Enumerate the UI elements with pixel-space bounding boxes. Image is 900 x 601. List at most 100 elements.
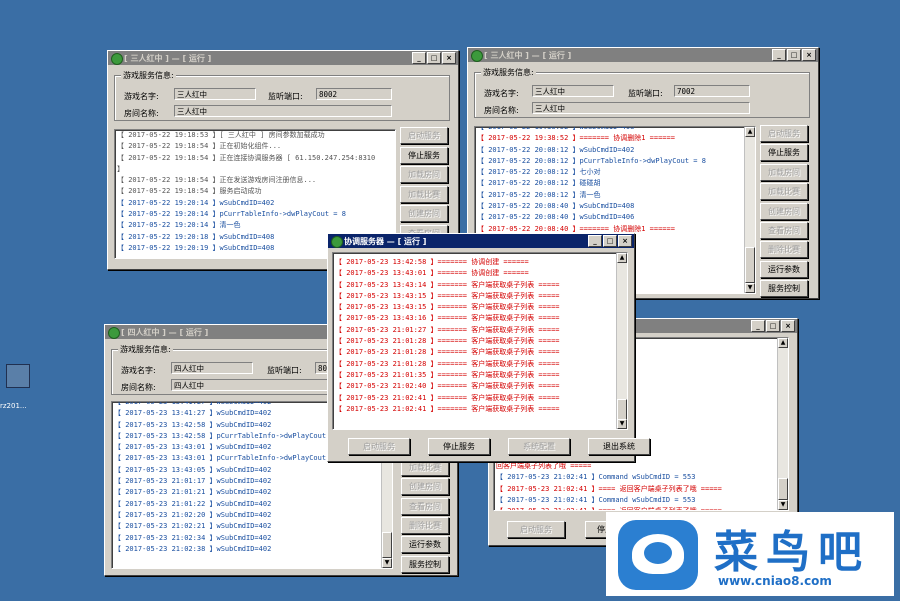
w2-button-7[interactable]: 运行参数 <box>760 260 808 278</box>
log-line: 【 2017-05-23 21:01:35 】======= 客户端获取桌子列表… <box>335 370 560 379</box>
scroll-down-icon[interactable]: ▼ <box>778 500 788 510</box>
app-icon <box>331 236 343 248</box>
window-title: [ 三人红中 ] — [ 运行 ] <box>484 50 572 60</box>
w5-button-2[interactable]: 系统配置 <box>508 438 570 455</box>
w2-button-1[interactable]: 停止服务 <box>760 144 808 162</box>
w3-button-5[interactable]: 服务控制 <box>401 555 449 573</box>
w2-button-6[interactable]: 删除比赛 <box>760 241 808 259</box>
scroll-down-icon[interactable]: ▼ <box>382 558 392 568</box>
title-bar[interactable]: [ 三人红中 ] — [ 运行 ] _ □ × <box>468 48 818 62</box>
game-name-field[interactable]: 三人红中 <box>174 88 256 100</box>
scroll-thumb[interactable] <box>382 532 392 558</box>
log-line: 【 2017-05-23 21:02:21 】wSubCmdID=402 <box>114 522 272 531</box>
maximize-button[interactable]: □ <box>787 49 801 61</box>
w1-button-0[interactable]: 启动服务 <box>400 127 448 144</box>
group-label: 游戏服务信息: <box>118 344 173 355</box>
log-line: 【 2017-05-22 20:08:12 】清一色 <box>477 190 601 199</box>
port-label: 监听端口: <box>268 92 303 101</box>
maximize-button[interactable]: □ <box>427 52 441 64</box>
log-line: 【 2017-05-23 13:43:14 】======= 客户端获取桌子列表… <box>335 280 560 289</box>
scroll-thumb[interactable] <box>745 247 755 283</box>
close-button[interactable]: × <box>802 49 816 61</box>
w4-button-0[interactable]: 启动服务 <box>507 521 565 538</box>
w1-button-2[interactable]: 加载房间 <box>400 166 448 183</box>
log-line: 【 2017-05-23 21:02:38 】wSubCmdID=402 <box>114 544 272 553</box>
room-name-field[interactable]: 三人红中 <box>174 105 392 117</box>
group-label: 游戏服务信息: <box>121 70 176 81</box>
log-line: 【 2017-05-23 13:43:15 】======= 客户端获取桌子列表… <box>335 291 560 300</box>
minimize-button[interactable]: _ <box>588 235 602 247</box>
w2-button-4[interactable]: 创建房间 <box>760 202 808 220</box>
scroll-up-icon[interactable]: ▲ <box>745 127 755 137</box>
scroll-down-icon[interactable]: ▼ <box>745 283 755 293</box>
w3-button-1[interactable]: 创建房间 <box>401 478 449 496</box>
log-line: 【 2017-05-23 21:01:28 】======= 客户端获取桌子列表… <box>335 337 560 346</box>
log-line: 【 2017-05-23 21:01:27 】======= 客户端获取桌子列表… <box>335 325 560 334</box>
w3-button-2[interactable]: 查看房间 <box>401 497 449 515</box>
w1-button-3[interactable]: 加载比赛 <box>400 185 448 203</box>
game-name-field[interactable]: 三人红中 <box>532 85 614 97</box>
port-label: 监听端口: <box>628 89 663 98</box>
desktop-shortcut-label: rz201... <box>0 402 27 410</box>
log-scrollbar[interactable]: ▲ ▼ <box>616 253 627 429</box>
room-name-label: 房间名称: <box>484 106 519 115</box>
maximize-button[interactable]: □ <box>603 235 617 247</box>
log-line: 【 2017-05-22 19:18:54 】正在连接协调服务器 [ 61.15… <box>117 153 376 162</box>
coordinator-window: 协调服务器 — [ 运行 ] _ □ × 【 2017-05-23 13:42:… <box>327 233 650 462</box>
scroll-thumb[interactable] <box>778 478 788 500</box>
minimize-button[interactable]: _ <box>772 49 786 61</box>
close-button[interactable]: × <box>618 235 632 247</box>
log-scrollbar[interactable]: ▲ ▼ <box>744 127 755 293</box>
w2-button-3[interactable]: 加载比赛 <box>760 183 808 201</box>
log-line: 【 2017-05-22 19:18:53 】[ 三人红中 ] 房间参数加载成功 <box>117 131 325 139</box>
port-field[interactable]: 7002 <box>674 85 750 97</box>
log-line: 【 2017-05-22 20:08:40 】wSubCmdID=408 <box>477 202 635 211</box>
log-line: 【 2017-05-22 19:18:54 】正在发送游戏房间注册信息... <box>117 176 317 185</box>
minimize-button[interactable]: _ <box>412 52 426 64</box>
log-line: 【 2017-05-23 21:02:20 】wSubCmdID=402 <box>114 510 272 519</box>
log-line: 【 2017-05-22 20:08:40 】wSubCmdID=406 <box>477 213 635 222</box>
desktop-shortcut[interactable]: rz201... <box>0 362 34 414</box>
log-panel[interactable]: 【 2017-05-23 13:42:58 】======= 协调创建 ====… <box>332 252 628 430</box>
log-line: 【 2017-05-22 19:18:54 】服务启动成功 <box>117 187 262 196</box>
room-name-label: 房间名称: <box>124 109 159 118</box>
w2-button-0[interactable]: 启动服务 <box>760 125 808 142</box>
w2-button-8[interactable]: 服务控制 <box>760 280 808 298</box>
watermark-url: www.cniao8.com <box>718 574 832 588</box>
scroll-up-icon[interactable]: ▲ <box>617 253 627 263</box>
log-line: 【 2017-05-23 21:01:28 】======= 客户端获取桌子列表… <box>335 348 560 357</box>
scroll-thumb[interactable] <box>617 399 627 421</box>
port-field[interactable]: 8002 <box>316 88 392 100</box>
log-scrollbar[interactable]: ▲ ▼ <box>777 338 788 510</box>
title-bar[interactable]: 协调服务器 — [ 运行 ] _ □ × <box>328 234 634 248</box>
log-line: 【 2017-05-23 21:02:41 】==== 返回客户端桌子列表了哦 … <box>496 506 776 510</box>
w5-button-3[interactable]: 退出系统 <box>588 438 650 455</box>
room-name-field[interactable]: 三人红中 <box>532 102 750 114</box>
minimize-button[interactable]: _ <box>751 320 765 332</box>
w1-button-1[interactable]: 停止服务 <box>400 146 448 164</box>
app-icon <box>471 50 483 62</box>
log-line: 【 2017-05-23 21:01:21 】wSubCmdID=402 <box>114 488 272 497</box>
scroll-down-icon[interactable]: ▼ <box>617 419 627 429</box>
w3-button-4[interactable]: 运行参数 <box>401 536 449 554</box>
close-button[interactable]: × <box>442 52 456 64</box>
w5-button-1[interactable]: 停止服务 <box>428 438 490 455</box>
w1-button-4[interactable]: 创建房间 <box>400 205 448 222</box>
w5-button-0[interactable]: 启动服务 <box>348 438 410 455</box>
game-name-field[interactable]: 四人红中 <box>171 362 253 374</box>
close-button[interactable]: × <box>781 320 795 332</box>
w3-button-3[interactable]: 删除比赛 <box>401 516 449 534</box>
maximize-button[interactable]: □ <box>766 320 780 332</box>
log-line: 【 2017-05-22 20:08:12 】七小对 <box>477 168 601 177</box>
log-line: 【 2017-05-23 13:43:15 】======= 客户端获取桌子列表… <box>335 303 560 312</box>
log-line: 】 <box>117 164 124 173</box>
w2-button-2[interactable]: 加载房间 <box>760 163 808 181</box>
scroll-up-icon[interactable]: ▲ <box>778 338 788 348</box>
game-name-label: 游戏名字: <box>484 89 519 98</box>
log-line: 【 2017-05-23 21:01:28 】======= 客户端获取桌子列表… <box>335 359 560 368</box>
w2-button-5[interactable]: 查看房间 <box>760 222 808 239</box>
log-line: 【 2017-05-22 20:08:12 】wSubCmdID=402 <box>477 145 635 154</box>
log-line: 【 2017-05-22 19:38:52 】======= 协调删除1 ===… <box>477 134 675 143</box>
log-line: 【 2017-05-23 13:43:16 】======= 客户端获取桌子列表… <box>335 314 560 323</box>
title-bar[interactable]: [ 三人红中 ] — [ 运行 ] _ □ × <box>108 51 458 65</box>
